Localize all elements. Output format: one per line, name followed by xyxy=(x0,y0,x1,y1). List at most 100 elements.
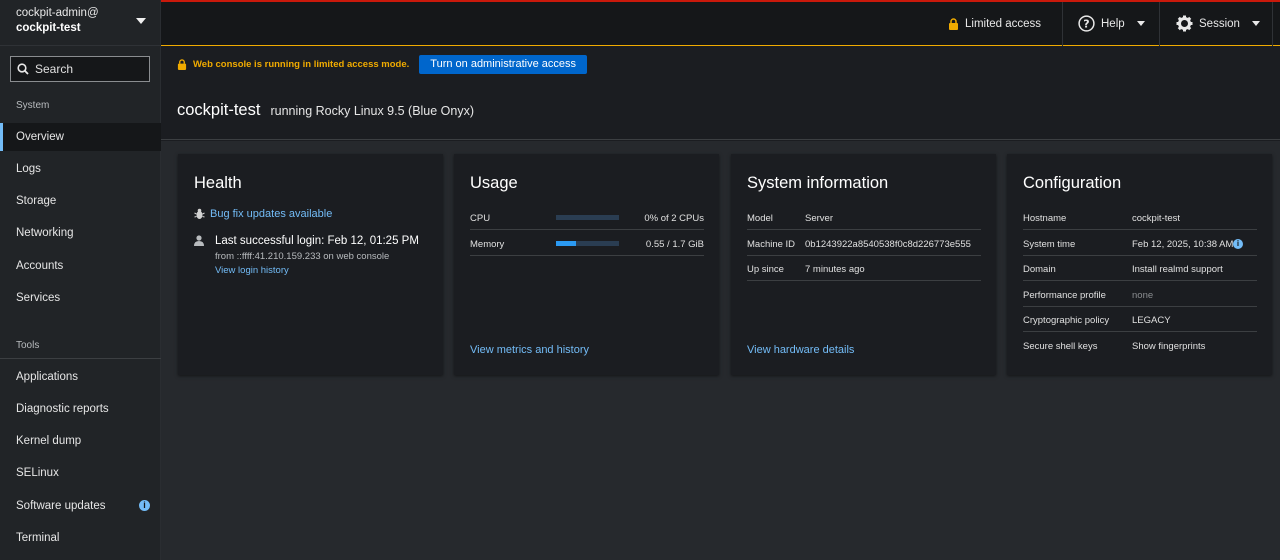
session-menu[interactable]: Session xyxy=(1176,2,1260,45)
usage-value: 0.55 / 1.7 GiB xyxy=(645,239,704,250)
separator xyxy=(1062,2,1063,46)
gear-icon xyxy=(1176,15,1193,32)
config-row-domain: Domain Install realmd support xyxy=(1023,256,1257,281)
sysinfo-value: 7 minutes ago xyxy=(805,264,865,275)
info-icon: i xyxy=(139,500,150,511)
sysinfo-label: Machine ID xyxy=(747,239,796,250)
nav-item-storage[interactable]: Storage xyxy=(0,187,161,215)
nav-section-tools: Tools xyxy=(16,340,40,351)
svg-text:?: ? xyxy=(1083,17,1089,30)
search-box[interactable] xyxy=(10,56,150,82)
config-label: Hostname xyxy=(1023,213,1067,224)
info-icon[interactable]: i xyxy=(1233,239,1243,249)
configuration-card: Configuration Hostname cockpit-test Syst… xyxy=(1007,154,1272,375)
admin-access-button[interactable]: Turn on administrative access xyxy=(419,54,587,74)
nav-item-software-updates[interactable]: Software updates i xyxy=(0,492,161,520)
config-row-hostname: Hostname cockpit-test xyxy=(1023,205,1257,230)
usage-card: Usage CPU 0% of 2 CPUs Memory 0.55 / 1.7… xyxy=(454,154,719,375)
hardware-link[interactable]: View hardware details xyxy=(747,344,854,356)
config-label: System time xyxy=(1023,239,1076,250)
config-row-performance-profile: Performance profile none xyxy=(1023,282,1257,307)
metrics-link[interactable]: View metrics and history xyxy=(470,344,589,356)
config-label: Secure shell keys xyxy=(1023,341,1098,352)
help-icon: ? xyxy=(1078,15,1095,32)
separator xyxy=(1159,2,1160,46)
caret-down-icon xyxy=(1136,21,1145,26)
updates-row: Bug fix updates available xyxy=(194,208,332,220)
nav-item-terminal[interactable]: Terminal xyxy=(0,524,161,552)
crypto-policy-value[interactable]: LEGACY xyxy=(1132,315,1171,326)
nav-item-selinux[interactable]: SELinux xyxy=(0,459,161,487)
usage-value: 0% of 2 CPUs xyxy=(644,213,704,224)
hostname-value[interactable]: cockpit-test xyxy=(1132,213,1180,224)
sysinfo-row-machine-id: Machine ID 0b1243922a8540538f0c8d226773e… xyxy=(747,231,981,256)
nav-item-overview[interactable]: Overview xyxy=(0,123,161,151)
login-from-text: from ::ffff:41.210.159.233 on web consol… xyxy=(215,251,390,262)
cpu-usage-bar xyxy=(556,215,619,220)
search-input[interactable] xyxy=(35,62,145,76)
nav-item-networking[interactable]: Networking xyxy=(0,219,161,247)
page-title: cockpit-test xyxy=(177,101,261,119)
nav-item-kernel-dump[interactable]: Kernel dump xyxy=(0,427,161,455)
updates-link[interactable]: Bug fix updates available xyxy=(210,208,332,220)
separator xyxy=(1272,2,1273,46)
host-user: cockpit-admin@ xyxy=(16,7,99,19)
domain-value[interactable]: Install realmd support xyxy=(1132,264,1223,275)
alert-message: Web console is running in limited access… xyxy=(193,58,410,70)
card-title: System information xyxy=(747,174,889,192)
search-icon xyxy=(17,63,29,75)
usage-row-memory: Memory 0.55 / 1.7 GiB xyxy=(470,231,704,256)
bug-icon xyxy=(194,208,205,219)
config-label: Performance profile xyxy=(1023,290,1106,301)
config-label: Domain xyxy=(1023,264,1056,275)
page-header: cockpit-test running Rocky Linux 9.5 (Bl… xyxy=(161,82,1280,140)
config-label: Cryptographic policy xyxy=(1023,315,1110,326)
system-time-value[interactable]: Feb 12, 2025, 10:38 AM xyxy=(1132,239,1233,250)
config-row-ssh-keys: Secure shell keys Show fingerprints xyxy=(1023,333,1257,358)
lock-icon xyxy=(177,58,187,70)
limited-access-label: Limited access xyxy=(965,17,1042,30)
session-label: Session xyxy=(1199,17,1240,30)
masthead: Limited access ? Help Session xyxy=(161,0,1280,46)
sysinfo-value: 0b1243922a8540538f0c8d226773e555 xyxy=(805,239,971,250)
nav-item-applications[interactable]: Applications xyxy=(0,363,161,391)
nav-item-services[interactable]: Services xyxy=(0,284,161,312)
usage-label: Memory xyxy=(470,239,505,250)
lock-icon xyxy=(949,17,958,30)
nav-item-logs[interactable]: Logs xyxy=(0,155,161,183)
nav-item-accounts[interactable]: Accounts xyxy=(0,252,161,280)
sidebar: cockpit-admin@ cockpit-test System Overv… xyxy=(0,0,161,560)
limited-access-alert: Web console is running in limited access… xyxy=(161,46,1280,82)
sysinfo-row-up-since: Up since 7 minutes ago xyxy=(747,256,981,281)
fingerprints-link[interactable]: Show fingerprints xyxy=(1132,341,1205,352)
limited-access-button[interactable]: Limited access xyxy=(948,2,1041,45)
health-card: Health Bug fix updates available Last su… xyxy=(178,154,443,375)
help-label: Help xyxy=(1101,17,1125,30)
page-subtitle: running Rocky Linux 9.5 (Blue Onyx) xyxy=(270,104,475,118)
card-title: Usage xyxy=(470,174,518,192)
usage-row-cpu: CPU 0% of 2 CPUs xyxy=(470,205,704,230)
caret-down-icon xyxy=(136,18,146,24)
config-row-system-time: System time Feb 12, 2025, 10:38 AM i xyxy=(1023,231,1257,256)
nav-divider xyxy=(0,358,161,359)
sysinfo-row-model: Model Server xyxy=(747,205,981,230)
sysinfo-label: Up since xyxy=(747,264,784,275)
usage-label: CPU xyxy=(470,213,491,224)
help-menu[interactable]: ? Help xyxy=(1078,2,1145,45)
config-row-crypto-policy: Cryptographic policy LEGACY xyxy=(1023,307,1257,332)
caret-down-icon xyxy=(1251,21,1260,26)
sysinfo-value: Server xyxy=(805,213,833,224)
card-title: Configuration xyxy=(1023,174,1122,192)
nav-section-system: System xyxy=(16,100,50,111)
sysinfo-label: Model xyxy=(747,213,773,224)
host-switcher[interactable]: cockpit-admin@ cockpit-test xyxy=(0,0,160,46)
last-login-text: Last successful login: Feb 12, 01:25 PM xyxy=(215,235,419,247)
login-history-link[interactable]: View login history xyxy=(215,265,289,276)
performance-profile-value[interactable]: none xyxy=(1132,290,1153,301)
nav-item-label: Software updates xyxy=(16,500,106,512)
bar-fill xyxy=(556,241,577,246)
card-title: Health xyxy=(194,174,242,192)
system-info-card: System information Model Server Machine … xyxy=(731,154,996,375)
host-name: cockpit-test xyxy=(16,22,81,34)
nav-item-diagnostic-reports[interactable]: Diagnostic reports xyxy=(0,395,161,423)
